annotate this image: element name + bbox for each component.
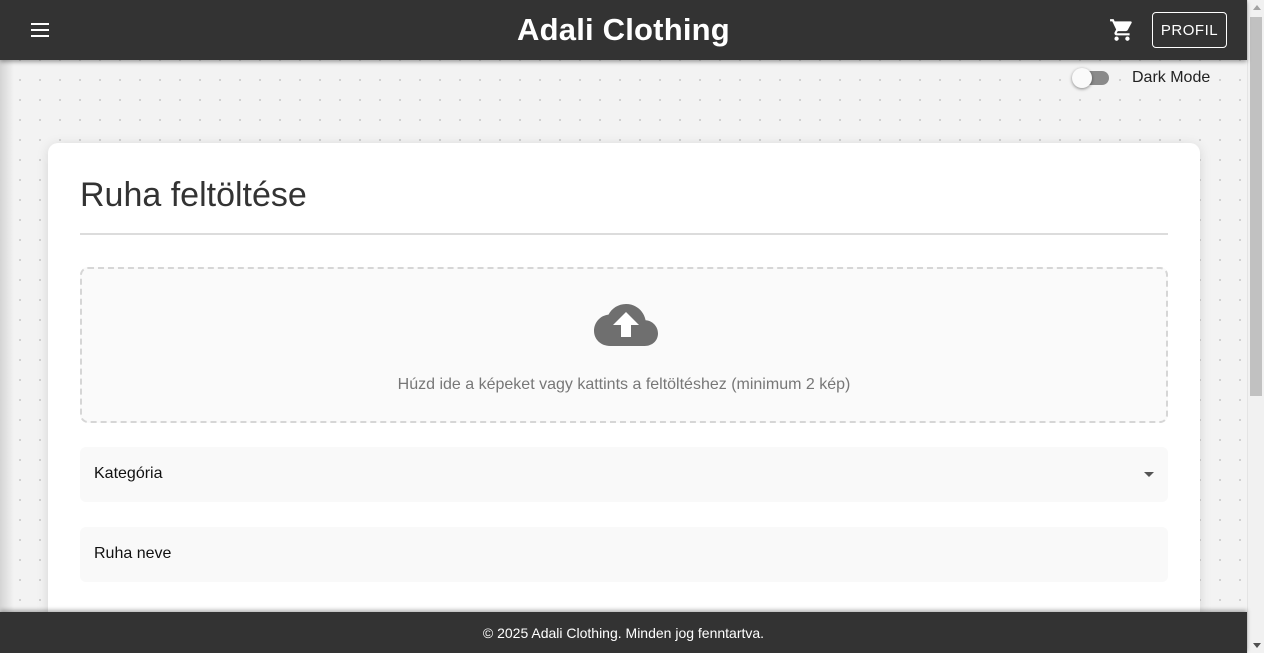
brand-title: Adali Clothing [0,12,1247,48]
shopping-cart-icon[interactable] [1109,17,1135,43]
page-footer: © 2025 Adali Clothing. Minden jog fennta… [0,612,1247,653]
top-navbar: Adali Clothing PROFIL [0,0,1247,60]
profile-button[interactable]: PROFIL [1152,12,1227,48]
scroll-up-arrow-icon[interactable] [1253,5,1261,10]
dropdown-arrow-icon [1144,472,1154,477]
scroll-down-arrow-icon[interactable] [1253,643,1261,648]
clothing-name-label: Ruha neve [94,545,172,562]
dark-mode-switch[interactable] [1071,68,1109,88]
page-edge-shadow [0,60,14,612]
image-dropzone[interactable]: Húzd ide a képeket vagy kattints a feltö… [80,267,1168,423]
category-label: Kategória [94,465,163,482]
vertical-scrollbar[interactable] [1247,0,1264,653]
switch-thumb[interactable] [1072,68,1092,88]
brand-title-text[interactable]: Adali Clothing [517,12,730,47]
page-title: Ruha feltöltése [80,176,307,214]
footer-copyright: © 2025 Adali Clothing. Minden jog fennta… [482,624,765,641]
hamburger-menu-icon[interactable] [20,15,60,45]
clothing-name-input[interactable]: Ruha neve [80,527,1168,582]
category-select[interactable]: Kategória [80,447,1168,502]
dark-mode-toggle[interactable]: Dark Mode [1071,68,1210,88]
dropzone-instructions: Húzd ide a képeket vagy kattints a feltö… [397,376,851,393]
scrollbar-thumb[interactable] [1250,17,1262,396]
title-divider [80,233,1168,235]
upload-card: Ruha feltöltése Húzd ide a képeket vagy … [48,143,1200,653]
dark-mode-label: Dark Mode [1132,69,1211,86]
cloud-upload-icon [594,303,658,347]
